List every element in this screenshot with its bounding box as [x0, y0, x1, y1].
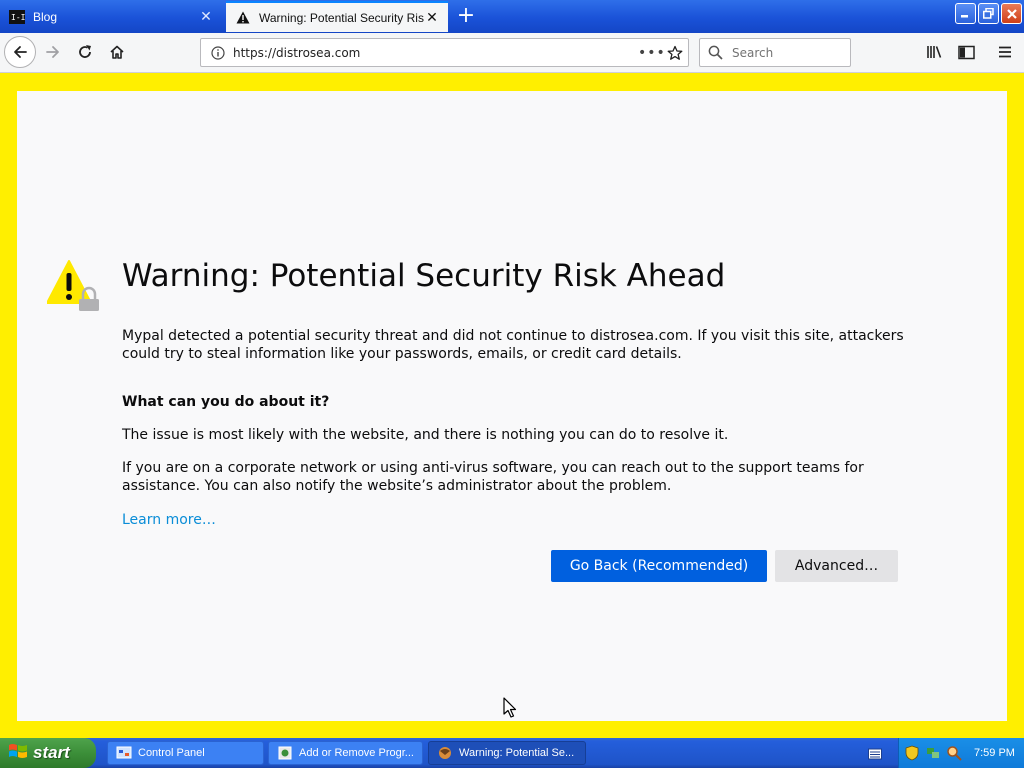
page-title: Warning: Potential Security Risk Ahead	[122, 258, 726, 294]
home-icon	[110, 45, 124, 59]
home-button[interactable]	[102, 37, 132, 67]
taskbar: start Control Panel Add or Remove Progr.…	[0, 738, 1024, 768]
hamburger-icon	[999, 46, 1011, 58]
forward-button[interactable]	[38, 37, 68, 67]
search-bar[interactable]	[699, 38, 851, 67]
sidebar-button[interactable]	[951, 37, 981, 67]
search-input[interactable]	[730, 44, 834, 61]
corporate-network-text: If you are on a corporate network or usi…	[122, 460, 864, 494]
arrow-left-icon	[14, 46, 27, 58]
learn-more-link[interactable]: Learn more…	[122, 511, 912, 529]
url-bar[interactable]: https://distrosea.com •••	[200, 38, 689, 67]
tab-title: Warning: Potential Security Risk Ahead	[259, 10, 424, 25]
go-back-button[interactable]: Go Back (Recommended)	[551, 550, 767, 582]
terminal-icon: I-I	[9, 9, 25, 25]
browser-icon	[437, 745, 453, 761]
control-panel-icon	[116, 745, 132, 761]
security-shield-icon[interactable]	[904, 745, 920, 761]
reload-icon	[79, 45, 91, 58]
taskbar-item-add-remove-programs[interactable]: Add or Remove Progr...	[268, 741, 423, 765]
page-content: Warning: Potential Security Risk Ahead M…	[17, 91, 1007, 721]
clock: 7:59 PM	[974, 747, 1015, 759]
minimize-button[interactable]	[955, 3, 976, 24]
url-text[interactable]: https://distrosea.com	[233, 46, 638, 60]
close-tab-icon[interactable]: ✕	[198, 9, 214, 25]
keyboard-icon[interactable]	[868, 746, 882, 765]
windows-logo-icon	[8, 742, 28, 764]
menu-button[interactable]	[990, 37, 1020, 67]
tab-blog[interactable]: I-I Blog ✕	[0, 1, 222, 32]
info-icon[interactable]	[209, 44, 227, 62]
close-window-button[interactable]	[1001, 3, 1022, 24]
new-tab-button[interactable]: +	[455, 5, 477, 28]
taskbar-item-label: Warning: Potential Se...	[459, 747, 575, 759]
what-can-you-do-heading: What can you do about it?	[122, 394, 330, 410]
back-button[interactable]	[4, 36, 36, 68]
navigation-toolbar: https://distrosea.com •••	[0, 33, 1024, 73]
svg-text:I-I: I-I	[11, 13, 25, 22]
title-bar: I-I Blog ✕ Warning: Potential Security R…	[0, 0, 1024, 33]
search-icon	[708, 45, 724, 60]
sidebar-icon	[957, 45, 975, 59]
start-button[interactable]: start	[0, 738, 96, 768]
network-icon[interactable]	[925, 745, 941, 761]
intro-text: Mypal detected a potential security thre…	[122, 328, 904, 362]
star-icon[interactable]	[662, 45, 688, 61]
arrow-right-icon	[46, 46, 59, 58]
page-actions-icon[interactable]: •••	[638, 45, 665, 61]
taskbar-item-browser[interactable]: Warning: Potential Se...	[428, 741, 586, 765]
warning-icon	[235, 10, 251, 26]
issue-text: The issue is most likely with the websit…	[122, 427, 729, 443]
tab-title: Blog	[33, 9, 58, 24]
advanced-button[interactable]: Advanced…	[775, 550, 898, 582]
taskbar-item-control-panel[interactable]: Control Panel	[107, 741, 264, 765]
start-label: start	[33, 743, 70, 762]
system-tray: 7:59 PM	[898, 738, 1024, 768]
tab-warning[interactable]: Warning: Potential Security Risk Ahead ✕	[226, 1, 448, 32]
magnifier-icon[interactable]	[946, 745, 962, 761]
warning-lock-icon	[46, 259, 101, 313]
taskbar-item-label: Add or Remove Progr...	[299, 747, 414, 759]
restore-button[interactable]	[978, 3, 999, 24]
close-tab-icon[interactable]: ✕	[424, 10, 440, 26]
reload-button[interactable]	[70, 37, 100, 67]
mouse-cursor-icon	[503, 697, 517, 723]
taskbar-item-label: Control Panel	[138, 747, 205, 759]
add-remove-programs-icon	[277, 745, 293, 761]
library-button[interactable]	[920, 37, 950, 67]
library-icon	[927, 46, 942, 58]
